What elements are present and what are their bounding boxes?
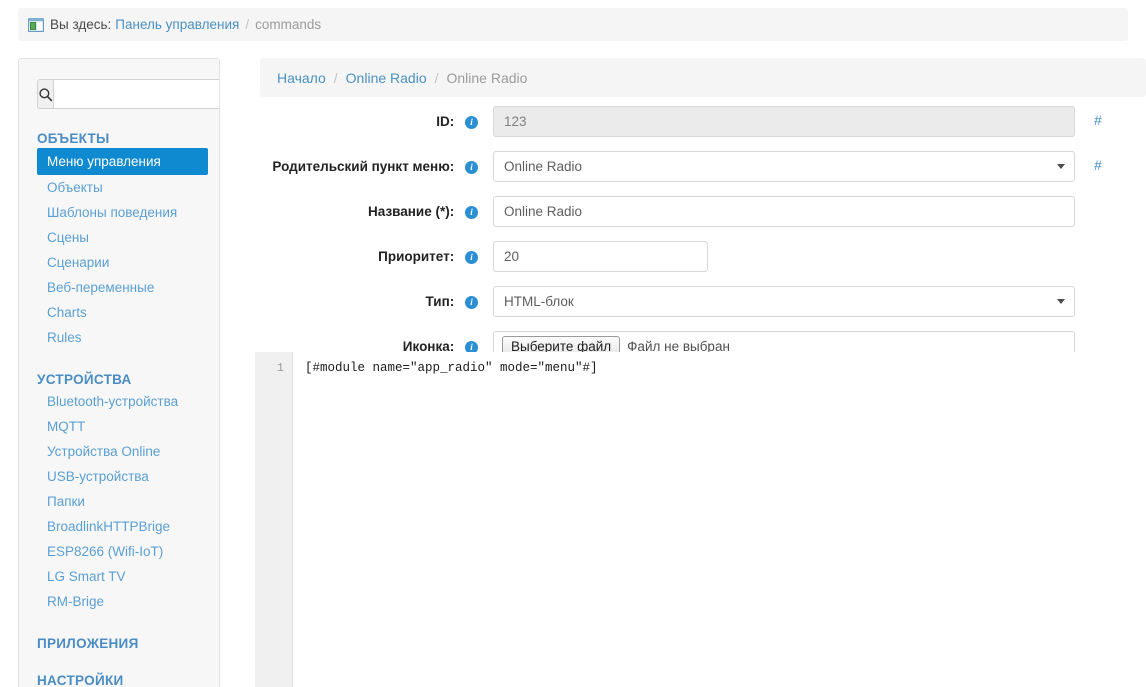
info-icon-priority[interactable]: i [465, 251, 478, 264]
sidebar-item-objects[interactable]: Объекты [37, 175, 219, 200]
field-parent-menu: Online Radio [493, 151, 1075, 182]
sidebar-item-mqtt[interactable]: MQTT [37, 414, 219, 439]
you-are-here-label: Вы здесь: [50, 17, 111, 32]
hash-link-id[interactable]: # [1094, 106, 1102, 128]
form-row-priority: Приоритет: i [240, 241, 1146, 272]
breadcrumb-topbar: Вы здесь: Панель управления / commands [18, 8, 1128, 41]
hash-link-parent-menu[interactable]: # [1094, 151, 1102, 173]
sidebar-search [37, 79, 207, 109]
sidebar-item-scenes[interactable]: Сцены [37, 225, 219, 250]
breadcrumb-sep-2: / [435, 70, 439, 86]
sidebar-item-lg-smart-tv[interactable]: LG Smart TV [37, 564, 219, 589]
sidebar-item-devices-online[interactable]: Устройства Online [37, 439, 219, 464]
chevron-down-icon [1057, 299, 1065, 304]
sidebar-section-objects: ОБЪЕКТЫ [37, 131, 219, 146]
breadcrumb-current-online-radio: Online Radio [447, 70, 528, 86]
field-id [493, 106, 1075, 137]
sidebar-section-settings[interactable]: НАСТРОЙКИ [37, 673, 219, 687]
window-panel-icon [28, 18, 44, 32]
sidebar-item-rules[interactable]: Rules [37, 325, 219, 350]
editor-gutter: 1 [255, 352, 293, 687]
sidebar-item-rm-bridge[interactable]: RM-Brige [37, 589, 219, 614]
breadcrumb-current-commands: commands [255, 17, 321, 32]
field-title [493, 196, 1075, 227]
priority-input[interactable] [493, 241, 708, 272]
breadcrumb-parent-online-radio[interactable]: Online Radio [346, 70, 427, 86]
id-input [493, 106, 1075, 137]
form-row-title: Название (*): i [240, 196, 1146, 227]
sidebar-item-esp8266[interactable]: ESP8266 (Wifi-IoT) [37, 539, 219, 564]
parent-menu-selected-value: Online Radio [504, 159, 582, 174]
sidebar-item-bluetooth-devices[interactable]: Bluetooth-устройства [37, 389, 219, 414]
form-row-type: Тип: i HTML-блок [240, 286, 1146, 317]
search-input[interactable] [53, 79, 220, 109]
label-id-text: ID: [436, 114, 454, 129]
sidebar-item-charts[interactable]: Charts [37, 300, 219, 325]
search-glyph [38, 87, 53, 102]
breadcrumb-link-control-panel[interactable]: Панель управления [115, 17, 239, 32]
breadcrumb-home[interactable]: Начало [277, 70, 326, 86]
sidebar-item-folders[interactable]: Папки [37, 489, 219, 514]
sidebar-item-scenarios[interactable]: Сценарии [37, 250, 219, 275]
title-input[interactable] [493, 196, 1075, 227]
editor-line-number: 1 [255, 359, 284, 378]
sidebar-item-behavior-templates[interactable]: Шаблоны поведения [37, 200, 219, 225]
form-row-parent-menu: Родительский пункт меню: i Online Radio … [240, 151, 1146, 182]
sidebar-item-control-menu[interactable]: Меню управления [37, 148, 208, 175]
editor-code-content[interactable]: [#module name="app_radio" mode="menu"#] [293, 352, 1146, 687]
label-type-text: Тип: [426, 294, 455, 309]
label-icon: Иконка: i [240, 331, 478, 354]
label-type: Тип: i [240, 286, 478, 309]
label-title-text: Название (*): [368, 204, 454, 219]
sidebar-section-applications[interactable]: ПРИЛОЖЕНИЯ [37, 636, 219, 651]
parent-menu-select[interactable]: Online Radio [493, 151, 1075, 182]
info-icon-id[interactable]: i [465, 116, 478, 129]
label-parent-menu-text: Родительский пункт меню: [272, 159, 454, 174]
sidebar-item-broadlink-http-bridge[interactable]: BroadlinkHTTPBrige [37, 514, 219, 539]
sidebar-item-web-variables[interactable]: Веб-переменные [37, 275, 219, 300]
label-parent-menu: Родительский пункт меню: i [240, 151, 478, 174]
info-icon-type[interactable]: i [465, 296, 478, 309]
breadcrumb-sep-1: / [334, 70, 338, 86]
sidebar: ОБЪЕКТЫ Меню управления Объекты Шаблоны … [18, 58, 220, 687]
breadcrumb-separator: / [245, 17, 249, 32]
field-type: HTML-блок [493, 286, 1075, 317]
label-priority: Приоритет: i [240, 241, 478, 264]
type-selected-value: HTML-блок [504, 294, 574, 309]
form-row-id: ID: i # [240, 106, 1146, 137]
type-select[interactable]: HTML-блок [493, 286, 1075, 317]
chevron-down-icon [1057, 164, 1065, 169]
sidebar-section-devices: УСТРОЙСТВА [37, 372, 219, 387]
label-id: ID: i [240, 106, 478, 129]
data-code-editor[interactable]: 1 [#module name="app_radio" mode="menu"#… [255, 352, 1146, 687]
info-icon-parent-menu[interactable]: i [465, 161, 478, 174]
label-title: Название (*): i [240, 196, 478, 219]
field-priority [493, 241, 708, 272]
info-icon-title[interactable]: i [465, 206, 478, 219]
label-priority-text: Приоритет: [378, 249, 454, 264]
sidebar-item-usb-devices[interactable]: USB-устройства [37, 464, 219, 489]
search-icon[interactable] [37, 79, 53, 109]
page-breadcrumb: Начало / Online Radio / Online Radio [260, 58, 1146, 97]
